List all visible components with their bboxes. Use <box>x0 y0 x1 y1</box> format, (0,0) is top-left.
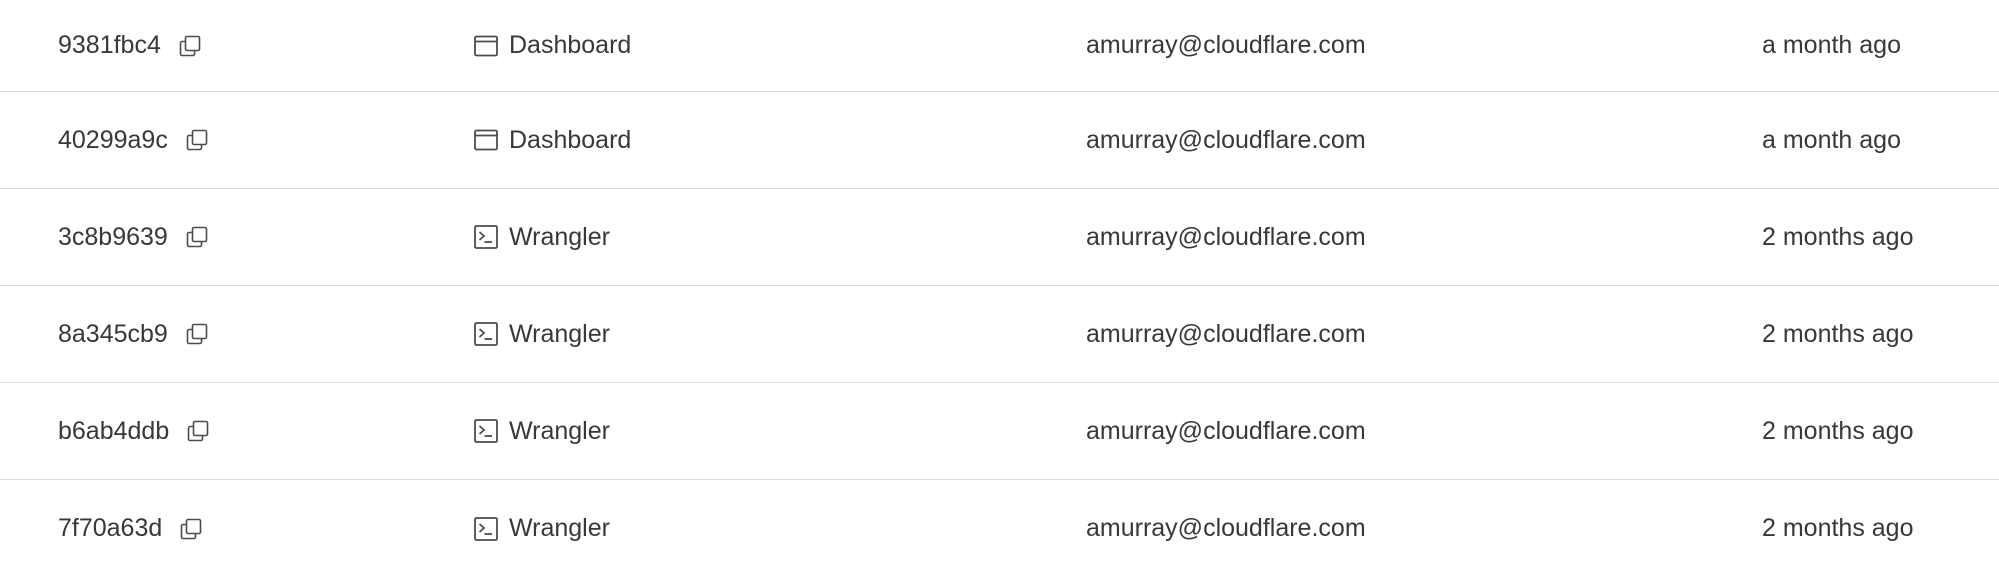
terminal-icon <box>473 516 499 542</box>
deployments-table: 9381fbc4 Dashboard amurray@cloudflare.co… <box>0 0 1999 577</box>
deployment-id: 7f70a63d <box>58 514 163 542</box>
copy-icon[interactable] <box>175 31 205 61</box>
table-row: 7f70a63d Wrangler amurray@cloudflare.com… <box>0 480 1999 577</box>
deployment-time: 2 months ago <box>1762 416 1914 445</box>
table-row: b6ab4ddb Wrangler amurray@cloudflare.com… <box>0 383 1999 480</box>
deployment-time: 2 months ago <box>1762 222 1914 251</box>
deployment-id: 8a345cb9 <box>58 319 168 348</box>
table-row: 8a345cb9 Wrangler amurray@cloudflare.com… <box>0 286 1999 383</box>
deployment-author: amurray@cloudflare.com <box>1086 319 1366 348</box>
table-row: 3c8b9639 Wrangler amurray@cloudflare.com… <box>0 189 1999 286</box>
deployment-time: a month ago <box>1762 125 1901 154</box>
deployment-source: Dashboard <box>509 31 632 59</box>
deployment-source: Wrangler <box>509 222 610 251</box>
copy-icon[interactable] <box>183 416 213 446</box>
terminal-icon <box>473 224 499 250</box>
deployment-source: Dashboard <box>509 125 632 154</box>
deployment-author: amurray@cloudflare.com <box>1086 222 1366 251</box>
terminal-icon <box>473 418 499 444</box>
deployment-id: b6ab4ddb <box>58 416 170 445</box>
deployment-time: 2 months ago <box>1762 319 1914 348</box>
copy-icon[interactable] <box>182 319 212 349</box>
deployment-time: 2 months ago <box>1762 514 1914 542</box>
deployment-id: 9381fbc4 <box>58 31 161 59</box>
terminal-icon <box>473 321 499 347</box>
deployment-source: Wrangler <box>509 416 610 445</box>
deployment-id: 40299a9c <box>58 125 168 154</box>
deployment-author: amurray@cloudflare.com <box>1086 125 1366 154</box>
deployment-author: amurray@cloudflare.com <box>1086 514 1366 542</box>
deployment-source: Wrangler <box>509 319 610 348</box>
deployment-time: a month ago <box>1762 31 1901 59</box>
copy-icon[interactable] <box>182 222 212 252</box>
deployment-id: 3c8b9639 <box>58 222 168 251</box>
table-row: 9381fbc4 Dashboard amurray@cloudflare.co… <box>0 0 1999 92</box>
copy-icon[interactable] <box>182 125 212 155</box>
table-row: 40299a9c Dashboard amurray@cloudflare.co… <box>0 92 1999 189</box>
browser-window-icon <box>473 33 499 59</box>
browser-window-icon <box>473 127 499 153</box>
copy-icon[interactable] <box>176 514 206 544</box>
deployment-author: amurray@cloudflare.com <box>1086 416 1366 445</box>
deployment-source: Wrangler <box>509 514 610 542</box>
deployment-author: amurray@cloudflare.com <box>1086 31 1366 59</box>
